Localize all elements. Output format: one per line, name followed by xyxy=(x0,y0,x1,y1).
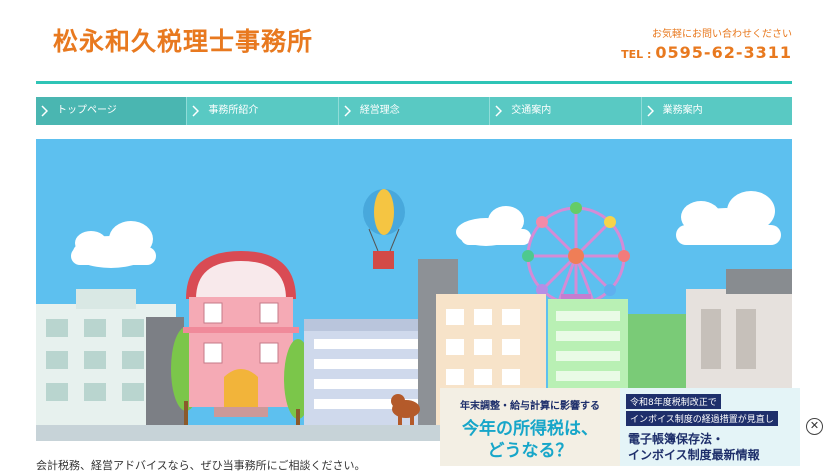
pink-house-icon xyxy=(183,251,299,417)
ad-headline: どうなる？ xyxy=(487,441,573,461)
ad-banner-invoice[interactable]: 令和8年度税制改正で インボイス制度の経過措置が見直し 電子帳簿保存法・ インボ… xyxy=(620,388,800,466)
nav-item-philosophy[interactable]: 経営理念 xyxy=(337,97,490,125)
nav-label: 交通案内 xyxy=(511,105,552,116)
tel-label: TEL : xyxy=(621,48,652,61)
ad-headline: 電子帳簿保存法・ xyxy=(628,432,725,446)
phone-number[interactable]: TEL :0595-62-3311 xyxy=(621,43,792,62)
chevron-right-icon xyxy=(495,105,503,117)
chevron-right-icon xyxy=(41,105,48,117)
ad-line: 年末調整・給与計算に影響する xyxy=(460,401,600,412)
ad-tag: 令和8年度税制改正で xyxy=(626,394,721,409)
nav-label: 事務所紹介 xyxy=(208,105,259,116)
ad-headline: インボイス制度最新情報 xyxy=(628,448,760,462)
chevron-right-icon xyxy=(192,105,200,117)
main-nav: トップページ 事務所紹介 経営理念 交通案内 業務案内 xyxy=(36,97,793,125)
nav-item-top[interactable]: トップページ xyxy=(36,97,187,125)
nav-label: 業務案内 xyxy=(662,105,703,116)
ad-tag: インボイス制度の経過措置が見直し xyxy=(626,411,778,426)
site-title[interactable]: 松永和久税理士事務所 xyxy=(53,22,313,58)
nav-item-services[interactable]: 業務案内 xyxy=(640,97,793,125)
contact-note: お気軽にお問い合わせください xyxy=(652,29,792,40)
header-divider xyxy=(36,81,792,84)
nav-item-access[interactable]: 交通案内 xyxy=(489,97,641,125)
tel-number: 0595-62-3311 xyxy=(655,43,792,62)
nav-item-about[interactable]: 事務所紹介 xyxy=(186,97,338,125)
nav-label: トップページ xyxy=(57,105,117,116)
ad-banner-income-tax[interactable]: 年末調整・給与計算に影響する 今年の所得税は、 どうなる？ xyxy=(440,388,620,466)
nav-label: 経営理念 xyxy=(359,105,400,116)
close-icon[interactable]: ✕ xyxy=(806,418,823,435)
intro-text: 会計税務、経営アドバイスなら、ぜひ当事務所にご相談ください。 xyxy=(36,459,366,472)
chevron-right-icon xyxy=(344,105,351,117)
chevron-right-icon xyxy=(647,105,654,117)
